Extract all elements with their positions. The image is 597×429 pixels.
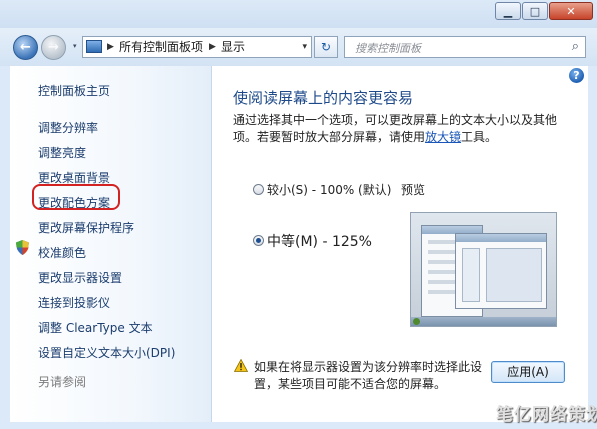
breadcrumb-separator[interactable]: ▶ (107, 37, 114, 57)
description-text: 通过选择其中一个选项，可以更改屏幕上的文本大小以及其他项。若要暂时放大部分屏幕，… (233, 113, 558, 144)
preview-taskbar (411, 317, 556, 326)
search-box[interactable]: 搜索控制面板 ⌕ (344, 36, 586, 58)
page-description: 通过选择其中一个选项，可以更改屏幕上的文本大小以及其他项。若要暂时放大部分屏幕，… (233, 112, 573, 146)
sidebar-item-change-screen-saver[interactable]: 更改屏幕保护程序 (38, 219, 134, 236)
preview-window-front (455, 233, 547, 309)
search-placeholder: 搜索控制面板 (355, 42, 421, 55)
recent-pages-dropdown[interactable]: ▾ (73, 42, 77, 50)
color-scheme-highlight (32, 184, 120, 210)
preview-image (410, 212, 557, 327)
breadcrumb-separator[interactable]: ▶ (209, 37, 216, 57)
sidebar-item-adjust-resolution[interactable]: 调整分辨率 (38, 119, 98, 136)
minimize-button[interactable]: ▁ (495, 2, 521, 20)
sidebar-item-control-panel-home[interactable]: 控制面板主页 (38, 82, 110, 99)
sidebar-item-connect-projector[interactable]: 连接到投影仪 (38, 294, 110, 311)
maximize-button[interactable]: □ (522, 2, 548, 20)
help-icon[interactable]: ? (569, 68, 584, 83)
back-button[interactable]: ← (13, 35, 38, 60)
address-dropdown[interactable]: ▾ (302, 37, 307, 57)
title-bar: ▁ □ ✕ (0, 0, 597, 28)
apply-button[interactable]: 应用(A) (491, 361, 565, 383)
sidebar: 控制面板主页 调整分辨率 调整亮度 更改桌面背景 更改配色方案 更改屏幕保护程序… (10, 66, 212, 422)
sidebar-item-adjust-brightness[interactable]: 调整亮度 (38, 144, 86, 161)
breadcrumb-display[interactable]: 显示 (221, 37, 245, 57)
search-icon[interactable]: ⌕ (572, 39, 579, 54)
navigation-bar: ← → ▾ ▶ 所有控制面板项 ▶ 显示 ▾ ↻ 搜索控制面板 ⌕ (0, 28, 597, 66)
sidebar-item-change-display-settings[interactable]: 更改显示器设置 (38, 269, 122, 286)
shield-icon (16, 240, 29, 255)
warning-icon (234, 359, 248, 372)
sidebar-item-custom-text-size[interactable]: 设置自定义文本大小(DPI) (38, 344, 175, 361)
window-controls: ▁ □ ✕ (495, 2, 593, 20)
preview-start-icon (413, 318, 420, 325)
address-bar[interactable]: ▶ 所有控制面板项 ▶ 显示 ▾ (82, 36, 312, 58)
size-medium-label[interactable]: 中等(M) - 125% (267, 231, 372, 251)
main-content: ? 使阅读屏幕上的内容更容易 通过选择其中一个选项，可以更改屏幕上的文本大小以及… (212, 66, 588, 422)
refresh-button[interactable]: ↻ (314, 36, 338, 58)
breadcrumb-all-control-panel-items[interactable]: 所有控制面板项 (119, 37, 203, 57)
display-window: ▁ □ ✕ ← → ▾ ▶ 所有控制面板项 ▶ 显示 ▾ ↻ 搜索控制面板 ⌕ … (0, 0, 597, 429)
sidebar-item-calibrate-color[interactable]: 校准颜色 (38, 244, 86, 261)
description-suffix: 工具。 (461, 130, 498, 144)
magnifier-link[interactable]: 放大镜 (425, 130, 461, 144)
watermark-text: 笔亿网络策划 (496, 405, 597, 425)
preview-label: 预览 (401, 183, 426, 197)
see-also-heading: 另请参阅 (38, 375, 87, 389)
control-panel-icon (86, 40, 102, 53)
size-smaller-label[interactable]: 较小(S) - 100% (默认) (267, 181, 391, 198)
close-button[interactable]: ✕ (549, 2, 593, 20)
sidebar-item-adjust-cleartype[interactable]: 调整 ClearType 文本 (38, 319, 153, 336)
warning-text: 如果在将显示器设置为该分辨率时选择此设置，某些项目可能不适合您的屏幕。 (254, 360, 483, 391)
size-medium-radio[interactable] (253, 235, 264, 246)
page-title: 使阅读屏幕上的内容更容易 (233, 89, 414, 107)
size-smaller-radio[interactable] (253, 184, 264, 195)
forward-button[interactable]: → (41, 35, 66, 60)
